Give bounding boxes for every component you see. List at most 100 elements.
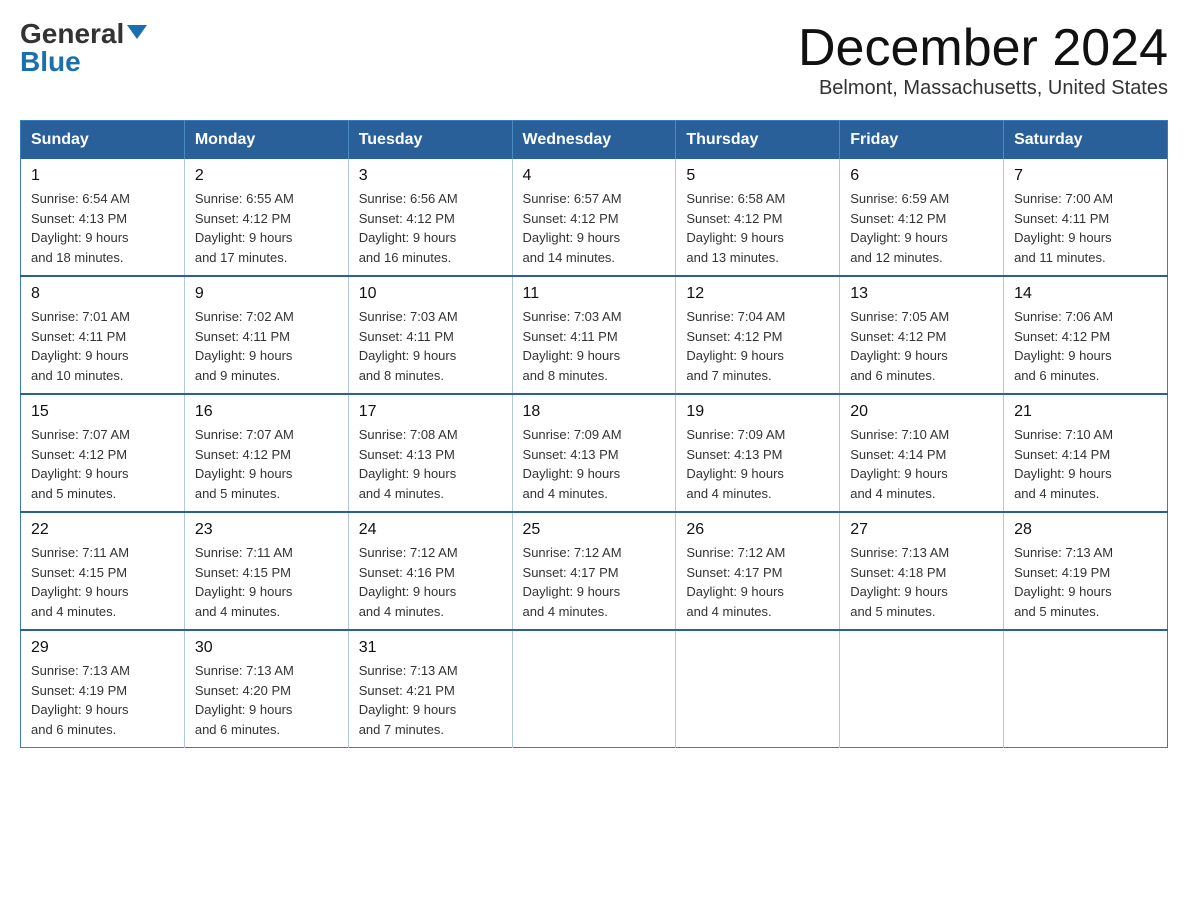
day-info: Sunrise: 7:01 AMSunset: 4:11 PMDaylight:…: [31, 307, 174, 385]
calendar-cell: 3 Sunrise: 6:56 AMSunset: 4:12 PMDayligh…: [348, 159, 512, 276]
day-info: Sunrise: 7:07 AMSunset: 4:12 PMDaylight:…: [195, 425, 338, 503]
day-info: Sunrise: 7:02 AMSunset: 4:11 PMDaylight:…: [195, 307, 338, 385]
day-number: 30: [195, 639, 338, 657]
logo: General Blue: [20, 20, 147, 76]
day-number: 21: [1014, 403, 1157, 421]
calendar-cell: [676, 630, 840, 748]
location-title: Belmont, Massachusetts, United States: [798, 77, 1168, 100]
day-number: 11: [523, 285, 666, 303]
day-info: Sunrise: 7:04 AMSunset: 4:12 PMDaylight:…: [686, 307, 829, 385]
day-info: Sunrise: 7:09 AMSunset: 4:13 PMDaylight:…: [523, 425, 666, 503]
calendar-cell: 22 Sunrise: 7:11 AMSunset: 4:15 PMDaylig…: [21, 512, 185, 630]
weekday-header-monday: Monday: [184, 121, 348, 160]
day-number: 31: [359, 639, 502, 657]
calendar-week-row: 8 Sunrise: 7:01 AMSunset: 4:11 PMDayligh…: [21, 276, 1168, 394]
calendar-cell: 5 Sunrise: 6:58 AMSunset: 4:12 PMDayligh…: [676, 159, 840, 276]
calendar-cell: 12 Sunrise: 7:04 AMSunset: 4:12 PMDaylig…: [676, 276, 840, 394]
day-number: 9: [195, 285, 338, 303]
day-info: Sunrise: 7:05 AMSunset: 4:12 PMDaylight:…: [850, 307, 993, 385]
weekday-header-saturday: Saturday: [1004, 121, 1168, 160]
weekday-header-friday: Friday: [840, 121, 1004, 160]
day-info: Sunrise: 7:13 AMSunset: 4:20 PMDaylight:…: [195, 661, 338, 739]
day-info: Sunrise: 7:00 AMSunset: 4:11 PMDaylight:…: [1014, 189, 1157, 267]
calendar-cell: 11 Sunrise: 7:03 AMSunset: 4:11 PMDaylig…: [512, 276, 676, 394]
weekday-header-sunday: Sunday: [21, 121, 185, 160]
day-number: 10: [359, 285, 502, 303]
day-info: Sunrise: 7:08 AMSunset: 4:13 PMDaylight:…: [359, 425, 502, 503]
day-number: 15: [31, 403, 174, 421]
logo-triangle-icon: [127, 25, 147, 39]
logo-general-text: General: [20, 20, 124, 48]
day-info: Sunrise: 6:54 AMSunset: 4:13 PMDaylight:…: [31, 189, 174, 267]
calendar-cell: [840, 630, 1004, 748]
calendar-cell: 25 Sunrise: 7:12 AMSunset: 4:17 PMDaylig…: [512, 512, 676, 630]
month-title: December 2024: [798, 20, 1168, 77]
day-number: 22: [31, 521, 174, 539]
calendar-cell: 8 Sunrise: 7:01 AMSunset: 4:11 PMDayligh…: [21, 276, 185, 394]
calendar-cell: 20 Sunrise: 7:10 AMSunset: 4:14 PMDaylig…: [840, 394, 1004, 512]
day-info: Sunrise: 7:12 AMSunset: 4:16 PMDaylight:…: [359, 543, 502, 621]
day-number: 12: [686, 285, 829, 303]
calendar-cell: 10 Sunrise: 7:03 AMSunset: 4:11 PMDaylig…: [348, 276, 512, 394]
day-number: 26: [686, 521, 829, 539]
calendar-cell: 23 Sunrise: 7:11 AMSunset: 4:15 PMDaylig…: [184, 512, 348, 630]
day-number: 4: [523, 167, 666, 185]
day-number: 1: [31, 167, 174, 185]
day-number: 24: [359, 521, 502, 539]
day-number: 18: [523, 403, 666, 421]
day-info: Sunrise: 7:10 AMSunset: 4:14 PMDaylight:…: [850, 425, 993, 503]
calendar-week-row: 22 Sunrise: 7:11 AMSunset: 4:15 PMDaylig…: [21, 512, 1168, 630]
day-info: Sunrise: 7:13 AMSunset: 4:18 PMDaylight:…: [850, 543, 993, 621]
calendar-week-row: 1 Sunrise: 6:54 AMSunset: 4:13 PMDayligh…: [21, 159, 1168, 276]
day-number: 13: [850, 285, 993, 303]
calendar-cell: 14 Sunrise: 7:06 AMSunset: 4:12 PMDaylig…: [1004, 276, 1168, 394]
calendar-cell: 17 Sunrise: 7:08 AMSunset: 4:13 PMDaylig…: [348, 394, 512, 512]
calendar-cell: 1 Sunrise: 6:54 AMSunset: 4:13 PMDayligh…: [21, 159, 185, 276]
day-info: Sunrise: 6:59 AMSunset: 4:12 PMDaylight:…: [850, 189, 993, 267]
day-number: 17: [359, 403, 502, 421]
calendar-cell: [1004, 630, 1168, 748]
day-info: Sunrise: 6:57 AMSunset: 4:12 PMDaylight:…: [523, 189, 666, 267]
day-number: 19: [686, 403, 829, 421]
day-number: 8: [31, 285, 174, 303]
day-number: 28: [1014, 521, 1157, 539]
day-number: 20: [850, 403, 993, 421]
weekday-header-tuesday: Tuesday: [348, 121, 512, 160]
calendar-cell: 24 Sunrise: 7:12 AMSunset: 4:16 PMDaylig…: [348, 512, 512, 630]
header: General Blue December 2024 Belmont, Mass…: [20, 20, 1168, 100]
calendar-cell: 2 Sunrise: 6:55 AMSunset: 4:12 PMDayligh…: [184, 159, 348, 276]
day-number: 3: [359, 167, 502, 185]
calendar-cell: 6 Sunrise: 6:59 AMSunset: 4:12 PMDayligh…: [840, 159, 1004, 276]
weekday-header-wednesday: Wednesday: [512, 121, 676, 160]
calendar-week-row: 29 Sunrise: 7:13 AMSunset: 4:19 PMDaylig…: [21, 630, 1168, 748]
day-info: Sunrise: 7:03 AMSunset: 4:11 PMDaylight:…: [359, 307, 502, 385]
day-number: 2: [195, 167, 338, 185]
day-info: Sunrise: 7:03 AMSunset: 4:11 PMDaylight:…: [523, 307, 666, 385]
day-info: Sunrise: 6:56 AMSunset: 4:12 PMDaylight:…: [359, 189, 502, 267]
day-number: 16: [195, 403, 338, 421]
calendar-cell: [512, 630, 676, 748]
day-info: Sunrise: 7:07 AMSunset: 4:12 PMDaylight:…: [31, 425, 174, 503]
day-number: 7: [1014, 167, 1157, 185]
day-info: Sunrise: 7:12 AMSunset: 4:17 PMDaylight:…: [686, 543, 829, 621]
day-number: 5: [686, 167, 829, 185]
day-info: Sunrise: 7:13 AMSunset: 4:19 PMDaylight:…: [1014, 543, 1157, 621]
title-area: December 2024 Belmont, Massachusetts, Un…: [798, 20, 1168, 100]
calendar-cell: 19 Sunrise: 7:09 AMSunset: 4:13 PMDaylig…: [676, 394, 840, 512]
day-info: Sunrise: 7:10 AMSunset: 4:14 PMDaylight:…: [1014, 425, 1157, 503]
day-number: 14: [1014, 285, 1157, 303]
calendar-cell: 31 Sunrise: 7:13 AMSunset: 4:21 PMDaylig…: [348, 630, 512, 748]
day-number: 27: [850, 521, 993, 539]
calendar-cell: 26 Sunrise: 7:12 AMSunset: 4:17 PMDaylig…: [676, 512, 840, 630]
calendar-cell: 18 Sunrise: 7:09 AMSunset: 4:13 PMDaylig…: [512, 394, 676, 512]
calendar-cell: 13 Sunrise: 7:05 AMSunset: 4:12 PMDaylig…: [840, 276, 1004, 394]
day-info: Sunrise: 7:09 AMSunset: 4:13 PMDaylight:…: [686, 425, 829, 503]
calendar-table: SundayMondayTuesdayWednesdayThursdayFrid…: [20, 120, 1168, 748]
weekday-header-row: SundayMondayTuesdayWednesdayThursdayFrid…: [21, 121, 1168, 160]
day-number: 29: [31, 639, 174, 657]
calendar-cell: 29 Sunrise: 7:13 AMSunset: 4:19 PMDaylig…: [21, 630, 185, 748]
day-number: 25: [523, 521, 666, 539]
logo-blue-text: Blue: [20, 46, 81, 77]
day-info: Sunrise: 6:58 AMSunset: 4:12 PMDaylight:…: [686, 189, 829, 267]
day-info: Sunrise: 7:11 AMSunset: 4:15 PMDaylight:…: [195, 543, 338, 621]
